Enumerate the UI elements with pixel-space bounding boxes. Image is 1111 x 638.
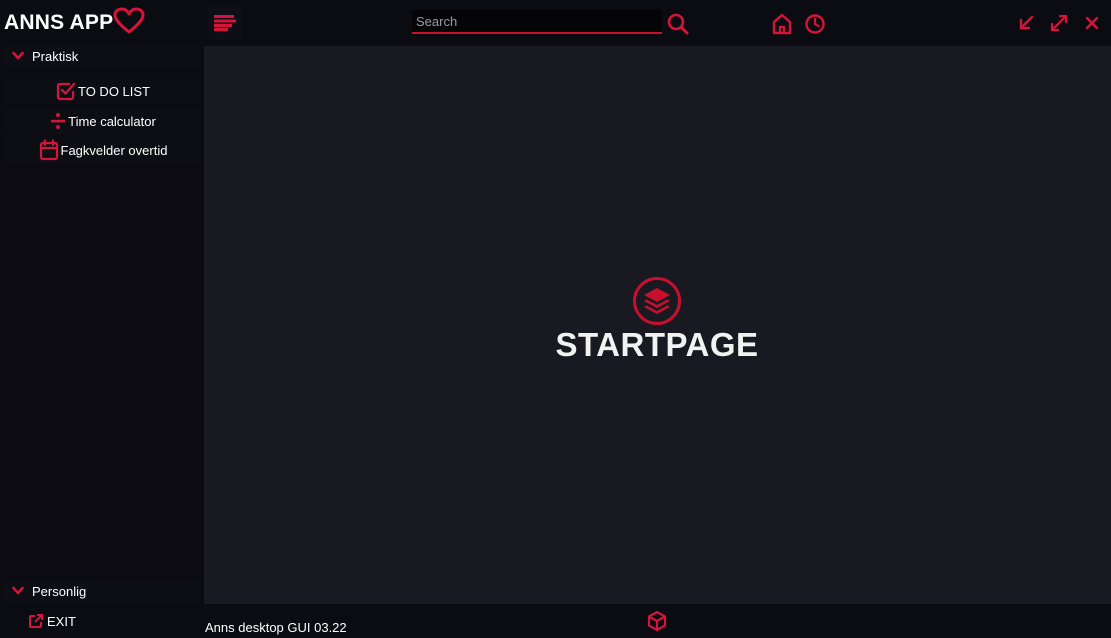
sidebar-item-fagkvelder-overtid[interactable]: Fagkvelder overtid [6, 137, 200, 163]
checkbox-icon [56, 81, 76, 101]
close-icon [1085, 16, 1099, 30]
search-icon [667, 13, 689, 35]
chevron-down-icon [12, 586, 24, 595]
layers-icon [632, 276, 682, 326]
page-title: STARTPAGE [555, 326, 759, 363]
menu-button[interactable] [208, 6, 242, 40]
exit-label: EXIT [47, 613, 76, 629]
hamburger-icon [214, 15, 236, 31]
arrow-down-left-icon [1019, 15, 1034, 30]
sidebar-item-label: TO DO LIST [78, 83, 150, 99]
status-text: Anns desktop GUI 03.22 [205, 620, 347, 635]
calendar-icon [39, 139, 59, 161]
search-input[interactable] [412, 10, 662, 32]
search-box [412, 10, 662, 34]
section-praktisk-toggle[interactable]: Praktisk [2, 44, 200, 68]
sidebar-item-time-calculator[interactable]: Time calculator [6, 108, 200, 134]
heart-icon [113, 7, 145, 40]
chevron-down-icon [12, 51, 24, 60]
home-button[interactable] [771, 12, 793, 36]
sidebar-item-todo-list[interactable]: TO DO LIST [6, 78, 200, 104]
external-link-icon [28, 613, 44, 629]
minimize-button[interactable] [1015, 12, 1037, 34]
app-window: ANNS APP Search Praktisk TO DO LIST Time… [0, 0, 1111, 638]
sidebar: Praktisk TO DO LIST Time calculator Fagk… [2, 44, 200, 604]
cube-button[interactable] [646, 610, 668, 632]
app-logo: ANNS APP [4, 7, 145, 40]
sidebar-item-label: Fagkvelder overtid [60, 142, 168, 158]
search-button[interactable] [666, 12, 690, 36]
cube-icon [647, 610, 667, 632]
section-personlig-toggle[interactable]: Personlig [2, 579, 200, 603]
history-button[interactable] [804, 12, 826, 36]
expand-icon [1050, 14, 1068, 32]
home-icon [772, 13, 792, 35]
app-title: ANNS APP [4, 11, 114, 34]
section-praktisk-label: Praktisk [32, 48, 79, 64]
maximize-button[interactable] [1048, 12, 1070, 34]
close-button[interactable] [1081, 12, 1103, 34]
sidebar-item-label: Time calculator [68, 113, 156, 129]
divide-icon [50, 112, 66, 130]
clock-icon [805, 14, 825, 34]
exit-button[interactable]: EXIT [28, 611, 76, 631]
title-bar: ANNS APP [0, 0, 1111, 44]
section-personlig-label: Personlig [32, 583, 87, 599]
